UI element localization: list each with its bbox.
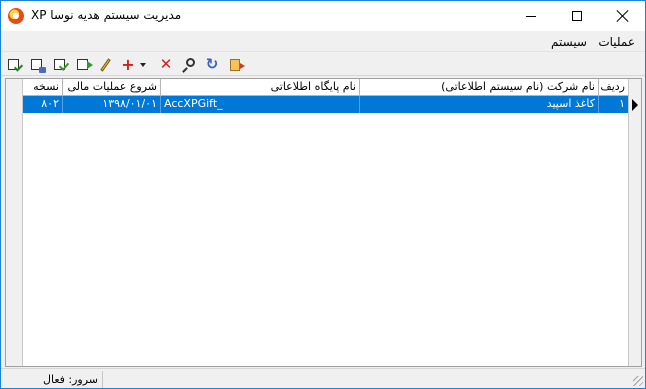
companies-grid[interactable]: نسخه شروع عملیات مالی نام پایگاه اطلاعات… <box>5 78 642 367</box>
toolbar: + ✕ ↻ <box>1 53 645 76</box>
minimize-icon <box>526 15 536 17</box>
add-button[interactable]: + <box>119 56 137 73</box>
close-button[interactable] <box>600 1 646 31</box>
column-header-database[interactable]: نام پایگاه اطلاعاتی <box>161 79 360 96</box>
search-button[interactable] <box>180 56 198 73</box>
pencil-icon <box>99 57 111 72</box>
delete-button[interactable]: ✕ <box>157 56 175 73</box>
confirm-doc-button[interactable] <box>50 56 68 73</box>
refresh-icon: ↻ <box>205 55 219 73</box>
search-icon <box>185 58 195 67</box>
edit-doc-icon <box>30 59 46 73</box>
select-doc-button[interactable] <box>4 56 22 73</box>
status-panel: سرور: فعال <box>3 371 103 388</box>
table-row[interactable]: ۸۰۲ ۱۳۹۸/۰۱/۰۱ AccXPGift_ کاغذ اسپید ۱ <box>23 96 629 113</box>
cell-database[interactable]: AccXPGift_ <box>161 96 360 113</box>
current-row-arrow-icon <box>632 99 638 111</box>
column-header-company[interactable]: نام شرکت (نام سیستم اطلاعاتی) <box>360 79 599 96</box>
menu-bar: عملیات سیستم <box>1 31 645 52</box>
grid-left-gutter <box>6 79 23 366</box>
menu-operations[interactable]: عملیات <box>598 35 635 49</box>
edit-button[interactable] <box>96 56 114 73</box>
column-header-version[interactable]: نسخه <box>23 79 63 96</box>
main-window: مدیریت سیستم هدیه نوسا XP عملیات سیستم +… <box>0 0 646 389</box>
edit-doc-button[interactable] <box>27 56 46 73</box>
maximize-icon <box>572 11 582 21</box>
refresh-button[interactable]: ↻ <box>203 56 221 73</box>
column-header-start-date[interactable]: شروع عملیات مالی <box>63 79 161 96</box>
title-bar: مدیریت سیستم هدیه نوسا XP <box>1 1 645 31</box>
maximize-button[interactable] <box>554 1 600 31</box>
resize-grip-icon[interactable] <box>633 376 643 386</box>
minimize-button[interactable] <box>508 1 554 31</box>
status-bar: سرور: فعال <box>1 368 645 388</box>
exit-icon <box>230 58 245 71</box>
menu-system[interactable]: سیستم <box>551 35 587 49</box>
confirm-doc-icon <box>53 59 65 70</box>
open-doc-button[interactable] <box>73 56 93 73</box>
cell-start-date[interactable]: ۱۳۹۸/۰۱/۰۱ <box>63 96 161 113</box>
cell-row-number[interactable]: ۱ <box>599 96 629 113</box>
add-icon: + <box>121 54 135 74</box>
open-doc-icon <box>76 59 93 70</box>
cell-company[interactable]: کاغذ اسپید <box>360 96 599 113</box>
cell-version[interactable]: ۸۰۲ <box>23 96 63 113</box>
app-logo-icon[interactable] <box>8 8 24 24</box>
add-dropdown-button[interactable] <box>138 56 148 73</box>
dropdown-arrow-icon <box>140 62 146 67</box>
exit-button[interactable] <box>226 56 245 73</box>
window-title: مدیریت سیستم هدیه نوسا XP <box>31 8 182 22</box>
close-icon <box>617 10 629 22</box>
select-doc-icon <box>7 59 19 70</box>
server-status: سرور: فعال <box>42 373 98 386</box>
delete-icon: ✕ <box>159 55 173 73</box>
column-header-row-number[interactable]: ردیف <box>599 79 629 96</box>
row-indicator-column <box>628 79 641 366</box>
